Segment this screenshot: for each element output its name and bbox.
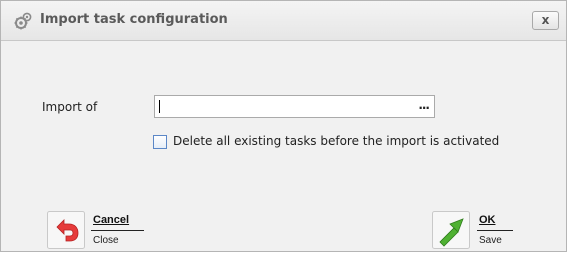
delete-existing-tasks-label[interactable]: Delete all existing tasks before the imp… xyxy=(173,134,499,148)
browse-button[interactable]: ... xyxy=(418,98,430,112)
text-caret xyxy=(159,100,160,113)
delete-existing-tasks-checkbox[interactable] xyxy=(153,135,167,149)
gears-icon xyxy=(13,11,33,31)
close-icon: x xyxy=(541,13,550,27)
check-arrow-icon[interactable] xyxy=(432,211,470,249)
import-task-dialog: Import task configuration x Import of ..… xyxy=(0,0,567,252)
ok-label[interactable]: OK xyxy=(479,214,496,226)
import-of-label: Import of xyxy=(42,100,98,114)
cancel-sublabel[interactable]: Close xyxy=(93,235,119,246)
ok-sublabel[interactable]: Save xyxy=(479,235,502,246)
close-button[interactable]: x xyxy=(532,11,559,30)
cancel-label[interactable]: Cancel xyxy=(93,214,129,226)
undo-arrow-icon[interactable] xyxy=(47,211,85,249)
import-of-input[interactable]: ... xyxy=(154,95,435,118)
dialog-title: Import task configuration xyxy=(40,12,228,27)
ok-divider xyxy=(477,230,513,231)
dialog-titlebar: Import task configuration x xyxy=(1,1,566,41)
cancel-divider xyxy=(91,230,144,231)
